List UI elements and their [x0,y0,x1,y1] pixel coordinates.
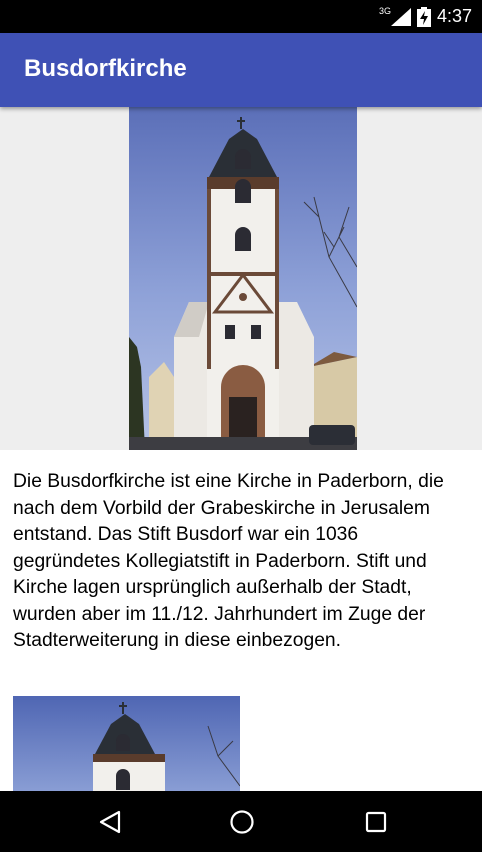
network-type-label: 3G [378,5,391,16]
church-tower-photo[interactable] [129,107,357,450]
status-bar: 3G 4:37 [0,0,482,33]
battery-charging-icon [416,6,431,27]
home-button[interactable] [202,791,282,852]
content-scroll[interactable]: Die Busdorfkirche ist eine Kirche in Pad… [0,107,482,791]
recents-icon [365,811,387,832]
back-icon [99,810,121,833]
hero-image-container [0,107,482,450]
signal-icon [390,7,411,26]
recents-button[interactable] [336,791,416,852]
church-tower-photo-2[interactable] [13,696,240,791]
status-icons: 3G 4:37 [379,0,472,33]
navigation-bar [0,791,482,852]
description-text: Die Busdorfkirche ist eine Kirche in Pad… [13,471,444,651]
back-button[interactable] [70,791,150,852]
app-bar: Busdorfkirche [0,33,482,107]
clock: 4:37 [436,6,472,26]
app-title: Busdorfkirche [24,55,187,82]
home-icon [230,809,254,834]
